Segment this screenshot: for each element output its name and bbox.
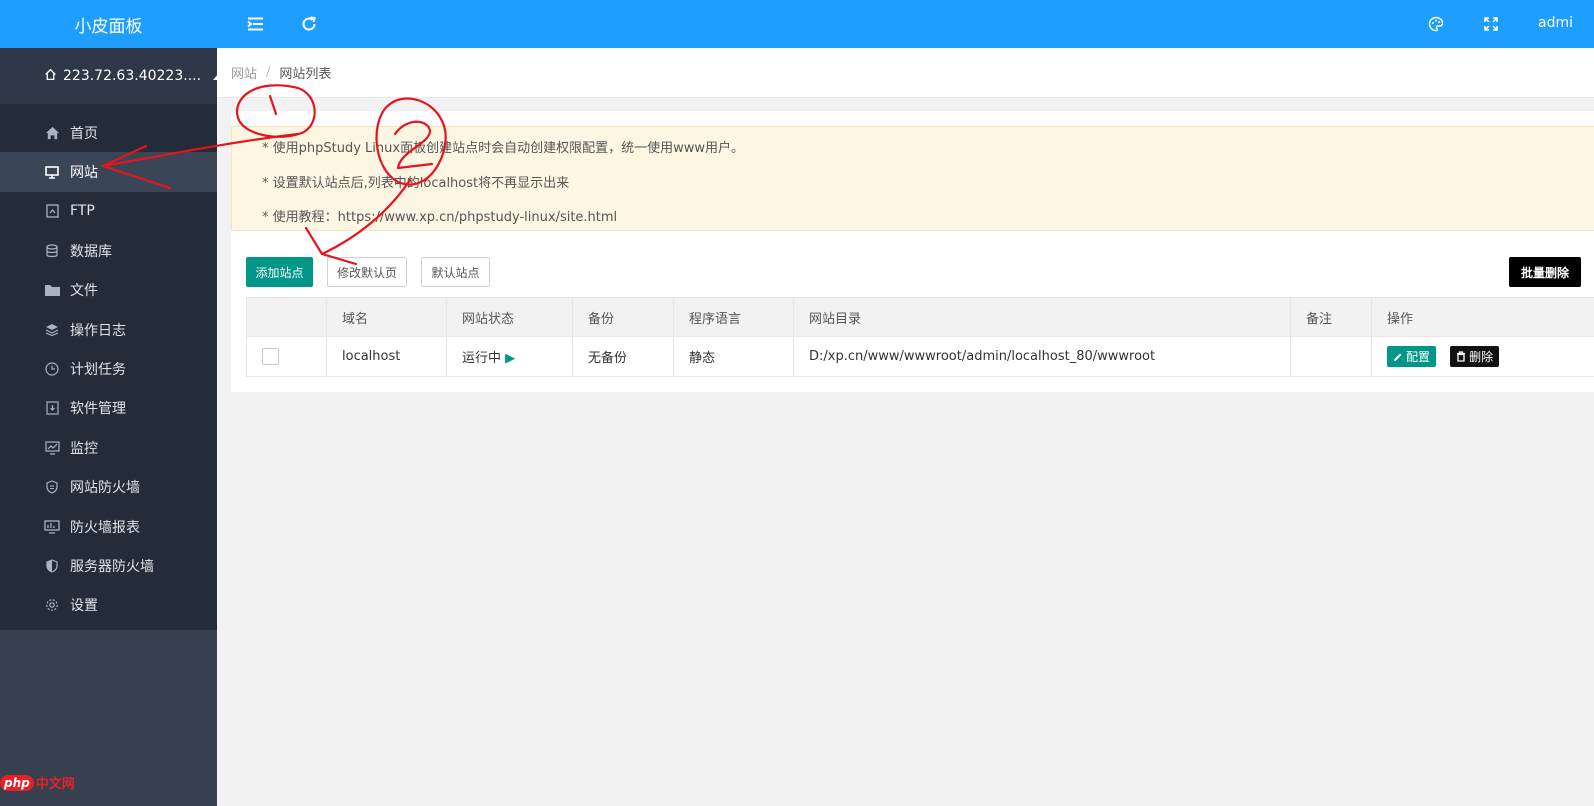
sidebar-menu: 首页 网站 FTP 数据库 文件 操作日志 计划任务 软件管理 监控 网站防火墙… [0,104,217,630]
sidebar-item-label: 数据库 [70,243,112,260]
folder-icon [44,282,60,298]
table-header: 程序语言 [673,297,794,337]
breadcrumb-separator: / [266,65,271,80]
server-address: 223.72.63.40223.... [63,68,202,84]
shield-icon [44,479,60,495]
directory-cell[interactable]: D:/xp.cn/www/wwwroot/admin/localhost_80/… [793,336,1291,377]
backup-cell[interactable]: 无备份 [572,336,674,377]
server-selector[interactable]: 223.72.63.40223.... [0,48,226,104]
sidebar-item-label: 防火墙报表 [70,519,140,536]
batch-delete-button[interactable]: 批量删除 [1509,257,1581,287]
sidebar-item-server-firewall[interactable]: 服务器防火墙 [0,546,217,585]
watermark-brand: php [0,774,34,791]
sidebar-item-label: 软件管理 [70,401,126,418]
refresh-icon[interactable] [299,14,319,34]
gear-icon [44,597,60,613]
app-title: 小皮面板 [0,0,217,48]
site-table: 域名 网站状态 备份 程序语言 网站目录 备注 操作 localhost 运行中… [246,297,1594,377]
breadcrumb-parent[interactable]: 网站 [231,63,257,82]
sidebar-item-label: 文件 [70,283,98,300]
breadcrumb: 网站 / 网站列表 [217,48,1594,98]
table-header: 网站目录 [793,297,1291,337]
breadcrumb-current: 网站列表 [279,67,332,82]
watermark: php 中文网 [0,773,75,792]
sidebar-item-label: 首页 [70,125,98,142]
sidebar-item-home[interactable]: 首页 [0,113,217,152]
sidebar-item-cron[interactable]: 计划任务 [0,349,217,388]
chart-icon [44,440,60,456]
sidebar-item-monitor[interactable]: 监控 [0,428,217,467]
table-header-row: 域名 网站状态 备份 程序语言 网站目录 备注 操作 [246,297,1594,337]
default-site-button[interactable]: 默认站点 [421,257,490,287]
user-menu[interactable]: admi [1538,15,1573,31]
fullscreen-icon[interactable] [1481,14,1501,34]
sidebar-item-firewall-report[interactable]: 防火墙报表 [0,507,217,546]
sidebar-item-label: 操作日志 [70,322,126,339]
sidebar-item-label: 服务器防火墙 [70,558,154,575]
notice-line: * 使用phpStudy Linux面板创建站点时会自动创建权限配置，统一使用w… [262,141,744,156]
row-select-cell [246,336,327,377]
table-header: 网站状态 [446,297,573,337]
sidebar-item-settings[interactable]: 设置 [0,586,217,625]
home-icon [44,125,60,141]
language-cell: 静态 [673,336,794,377]
layers-icon [44,322,60,338]
theme-palette-icon[interactable] [1426,14,1446,34]
add-site-button[interactable]: 添加站点 [246,257,313,287]
sidebar-item-label: 网站 [70,165,98,182]
monitor-icon [44,164,60,180]
sidebar-item-label: 网站防火墙 [70,480,140,497]
sidebar-item-label: 设置 [70,598,98,615]
database-icon [44,243,60,259]
ftp-icon [44,203,60,219]
shield-half-icon [44,558,60,574]
config-label: 配置 [1406,350,1431,365]
notice-box: * 使用phpStudy Linux面板创建站点时会自动创建权限配置，统一使用w… [231,126,1594,231]
sidebar-item-label: 计划任务 [70,362,126,379]
watermark-text: 中文网 [35,777,75,792]
trash-icon [1457,351,1466,362]
domain-cell[interactable]: localhost [326,336,447,377]
actions-cell: 配置 删除 [1371,336,1594,377]
notice-line: * 使用教程：https://www.xp.cn/phpstudy-linux/… [262,210,618,225]
sidebar-item-ftp[interactable]: FTP [0,192,217,231]
download-icon [44,400,60,416]
table-row: localhost 运行中 ▶ 无备份 静态 D:/xp.cn/www/wwwr… [246,336,1594,377]
sidebar-item-software[interactable]: 软件管理 [0,389,217,428]
edit-default-page-button[interactable]: 修改默认页 [327,257,407,287]
delete-label: 删除 [1469,349,1494,364]
config-button[interactable]: 配置 [1387,346,1437,368]
menu-toggle-icon[interactable] [245,14,265,34]
table-header: 操作 [1371,297,1594,337]
table-header: 备注 [1290,297,1372,337]
clock-icon [44,361,60,377]
status-text: 运行中 [462,351,502,366]
report-icon [44,519,60,535]
sidebar-item-waf[interactable]: 网站防火墙 [0,468,217,507]
notice-line: * 设置默认站点后,列表中的localhost将不再显示出来 [262,175,570,191]
sidebar-item-label: 监控 [70,440,98,457]
row-checkbox[interactable] [262,348,279,365]
sidebar-item-logs[interactable]: 操作日志 [0,310,217,349]
table-header: 域名 [326,297,447,337]
table-header-select [246,297,327,337]
note-cell[interactable] [1290,336,1372,377]
home-icon [44,68,57,85]
sidebar-item-database[interactable]: 数据库 [0,231,217,270]
sidebar-item-website[interactable]: 网站 [0,152,217,192]
sidebar: 小皮面板 223.72.63.40223.... 首页 网站 FTP 数据库 文… [0,0,226,806]
site-list-card: * 使用phpStudy Linux面板创建站点时会自动创建权限配置，统一使用w… [231,111,1594,392]
pencil-icon [1394,353,1402,361]
sidebar-item-files[interactable]: 文件 [0,271,217,310]
table-header: 备份 [572,297,674,337]
sidebar-item-label: FTP [70,203,95,220]
play-icon[interactable]: ▶ [505,351,515,366]
delete-button[interactable]: 删除 [1450,345,1500,367]
topbar: admi [217,0,1594,48]
status-cell: 运行中 ▶ [446,336,573,377]
